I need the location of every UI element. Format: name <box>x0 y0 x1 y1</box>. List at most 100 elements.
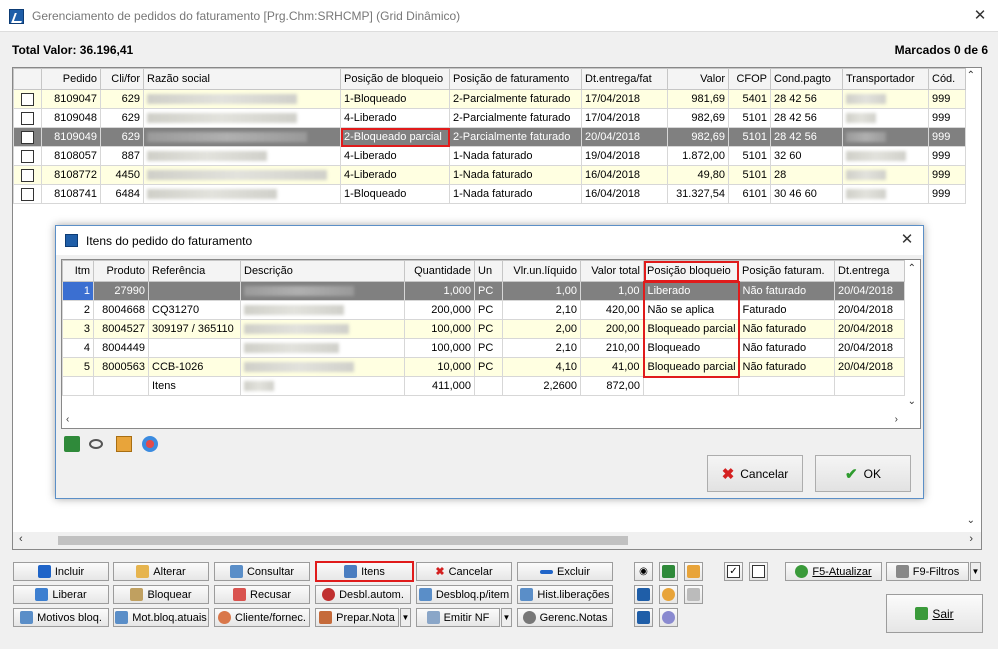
scroll-up-icon[interactable]: ⌃ <box>967 70 975 81</box>
items-scroll-left-icon[interactable]: ‹ <box>66 414 69 425</box>
col-quantidade[interactable]: Quantidade <box>404 260 475 282</box>
desbl-autom-button[interactable]: Desbl.autom. <box>315 585 411 604</box>
palette-icon[interactable] <box>142 436 158 452</box>
col-valor[interactable]: Valor <box>667 68 729 90</box>
col-valor-total[interactable]: Valor total <box>580 260 644 282</box>
col-posicao-bloqueio[interactable]: Posição de bloqueio <box>340 68 450 90</box>
emitir-nf-button[interactable]: Emitir NF <box>416 608 500 627</box>
item-row[interactable]: 4 8004449 100,000 PC 2,10 210,00 Bloqueado Não … <box>62 338 905 358</box>
folder-icon[interactable] <box>116 436 132 452</box>
item-row[interactable]: 3 8004527 309197 / 365110 100,000 PC 2,00 200,… <box>62 319 905 339</box>
f9-filtros-dropdown-icon[interactable]: ▼ <box>970 562 981 581</box>
col-clifor[interactable]: Cli/for <box>100 68 144 90</box>
col-itm[interactable]: Itm <box>62 260 94 282</box>
hist-liberacoes-button[interactable]: Hist.liberações <box>517 585 613 604</box>
tool-2-button[interactable] <box>659 585 678 604</box>
col-posicao-bloqueio-item[interactable]: Posição bloqueio <box>643 260 739 282</box>
row-checkbox[interactable] <box>13 127 42 147</box>
order-row[interactable]: 8109048 629 4-Liberado 2-Parcialmente fatur… <box>13 108 966 128</box>
order-row[interactable]: 8108057 887 4-Liberado 1-Nada faturado 19/04… <box>13 146 966 166</box>
excluir-button[interactable]: Excluir <box>517 562 613 581</box>
open-folder-button[interactable] <box>684 562 703 581</box>
items-scroll-right-icon[interactable]: › <box>895 414 898 425</box>
items-grid[interactable]: Itm Produto Referência Descrição Quantid… <box>61 259 921 429</box>
row-checkbox[interactable] <box>13 184 42 204</box>
order-row[interactable]: 8109049 629 2-Bloqueado parcial 2-Parcialme… <box>13 127 966 147</box>
prepar-nota-button[interactable]: Prepar.Nota <box>315 608 399 627</box>
items-scroll-down-icon[interactable]: ⌄ <box>908 396 916 407</box>
checkbox-icon[interactable] <box>21 149 34 163</box>
item-row[interactable]: 1 27990 1,000 PC 1,00 1,00 Liberado Não faturad… <box>62 280 905 301</box>
view-toggle-button[interactable]: ◉ <box>634 562 653 581</box>
gerenc-notas-button[interactable]: Gerenc.Notas <box>517 608 613 627</box>
uncheck-all-button[interactable] <box>749 562 768 581</box>
item-row[interactable]: 2 8004668 CQ31270 200,000 PC 2,10 420,00 Não se… <box>62 300 905 320</box>
cancel-button[interactable]: ✖ Cancelar <box>707 455 803 492</box>
col-dt-entrega[interactable]: Dt.entrega/fat <box>581 68 668 90</box>
ok-button[interactable]: ✔ OK <box>815 455 911 492</box>
dialog-close-icon[interactable]: ✕ <box>897 230 917 250</box>
cell-posicao-faturam: Não faturado <box>738 338 835 358</box>
checkbox-icon[interactable] <box>21 187 34 201</box>
tool-3-button[interactable] <box>684 585 703 604</box>
col-vlr-un[interactable]: Vlr.un.líquido <box>502 260 581 282</box>
cancelar-button[interactable]: ✖ Cancelar <box>416 562 512 581</box>
alterar-button[interactable]: Alterar <box>113 562 209 581</box>
consultar-button[interactable]: Consultar <box>214 562 310 581</box>
col-descricao[interactable]: Descrição <box>240 260 405 282</box>
checkbox-icon[interactable] <box>21 168 34 182</box>
col-referencia[interactable]: Referência <box>148 260 241 282</box>
sair-button[interactable]: Sair <box>886 594 983 633</box>
order-row[interactable]: 8108772 4450 4-Liberado 1-Nada faturado 16/0… <box>13 165 966 185</box>
order-row[interactable]: 8108741 6484 1-Bloqueado 1-Nada faturado 16/… <box>13 184 966 204</box>
items-scroll-up-icon[interactable]: ⌃ <box>908 263 916 274</box>
row-checkbox[interactable] <box>13 165 42 185</box>
liberar-button[interactable]: Liberar <box>13 585 109 604</box>
scroll-right-icon[interactable]: › <box>969 533 973 545</box>
f9-filtros-button[interactable]: F9-Filtros <box>886 562 969 581</box>
col-produto[interactable]: Produto <box>93 260 149 282</box>
tool-4-button[interactable] <box>634 608 653 627</box>
scroll-left-icon[interactable]: ‹ <box>19 533 23 545</box>
incluir-button[interactable]: Incluir <box>13 562 109 581</box>
col-select[interactable] <box>13 68 42 90</box>
row-checkbox[interactable] <box>13 89 42 109</box>
col-cfop[interactable]: CFOP <box>728 68 771 90</box>
col-cond-pagto[interactable]: Cond.pagto <box>770 68 843 90</box>
mot-bloq-atuais-button[interactable]: Mot.bloq.atuais <box>113 608 209 627</box>
close-icon[interactable]: ✕ <box>970 6 990 26</box>
row-checkbox[interactable] <box>13 146 42 166</box>
itens-button[interactable]: Itens <box>315 561 414 582</box>
col-dt-entrega-item[interactable]: Dt.entrega <box>834 260 905 282</box>
prepar-nota-dropdown-icon[interactable]: ▼ <box>400 608 411 627</box>
cliente-fornec-button[interactable]: Cliente/fornec. <box>214 608 310 627</box>
export-excel-button[interactable] <box>659 562 678 581</box>
scroll-down-icon[interactable]: ⌄ <box>967 515 975 526</box>
view-icon[interactable] <box>89 439 103 449</box>
scroll-thumb[interactable] <box>58 536 628 545</box>
desbloq-item-button[interactable]: Desbloq.p/item <box>416 585 512 604</box>
checkbox-icon[interactable] <box>21 92 34 106</box>
checkbox-icon[interactable] <box>21 130 34 144</box>
col-razao-social[interactable]: Razão social <box>143 68 341 90</box>
checkbox-icon[interactable] <box>21 111 34 125</box>
col-posicao-faturam[interactable]: Posição faturam. <box>738 260 835 282</box>
col-posicao-faturamento[interactable]: Posição de faturamento <box>449 68 582 90</box>
tool-1-button[interactable] <box>634 585 653 604</box>
check-all-button[interactable]: ✓ <box>724 562 743 581</box>
col-pedido[interactable]: Pedido <box>41 68 101 90</box>
emitir-nf-dropdown-icon[interactable]: ▼ <box>501 608 512 627</box>
item-row[interactable]: 5 8000563 CCB-1026 10,000 PC 4,10 41,00 Bloquea… <box>62 357 905 378</box>
order-row[interactable]: 8109047 629 1-Bloqueado 2-Parcialmente fatu… <box>13 89 966 109</box>
orders-hscrollbar[interactable]: ‹ › <box>13 532 981 549</box>
settings-button[interactable] <box>659 608 678 627</box>
bloquear-button[interactable]: Bloquear <box>113 585 209 604</box>
f5-atualizar-button[interactable]: F5-Atualizar <box>785 562 882 581</box>
recusar-button[interactable]: Recusar <box>214 585 310 604</box>
row-checkbox[interactable] <box>13 108 42 128</box>
motivos-bloq-button[interactable]: Motivos bloq. <box>13 608 109 627</box>
col-un[interactable]: Un <box>474 260 503 282</box>
col-cod[interactable]: Cód. <box>928 68 966 90</box>
col-transportador[interactable]: Transportador <box>842 68 929 90</box>
excel-icon[interactable] <box>64 436 80 452</box>
